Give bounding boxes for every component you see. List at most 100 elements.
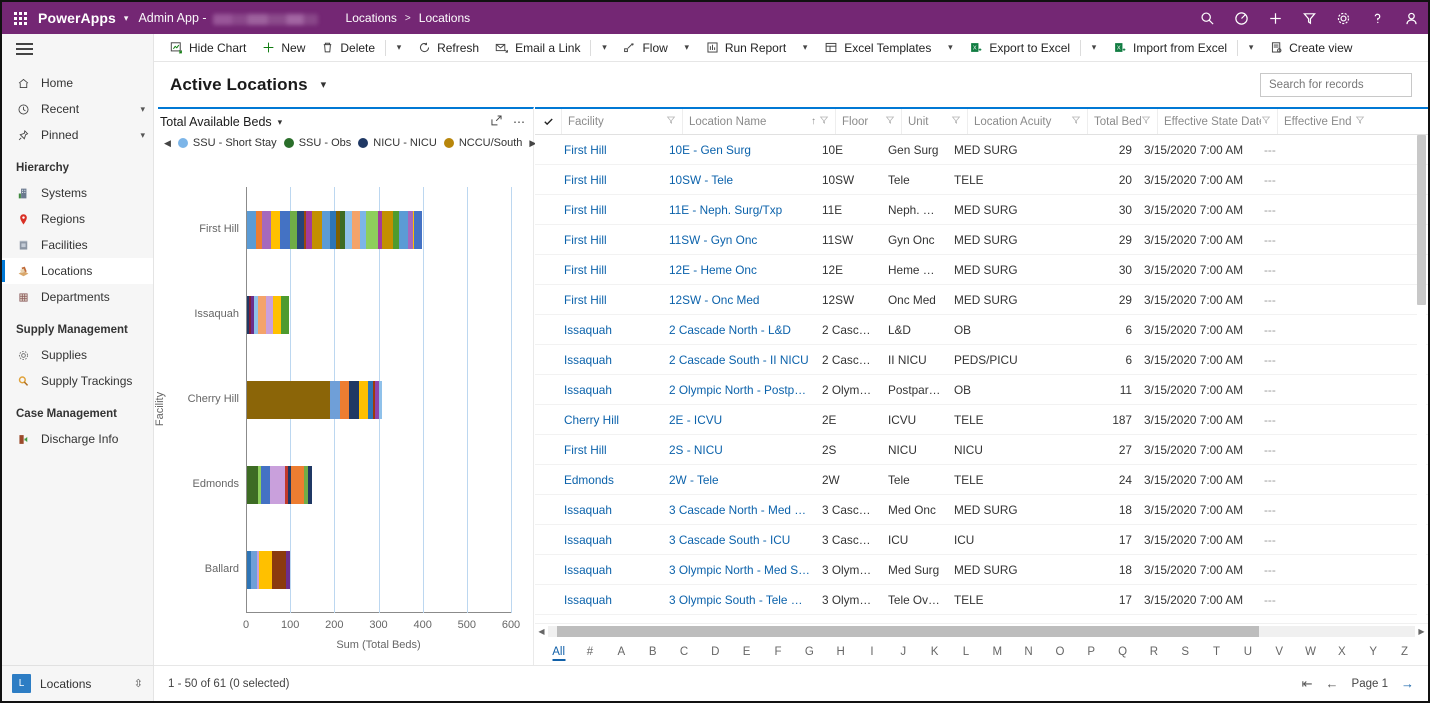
cell-facility[interactable]: Issaquah (535, 503, 663, 517)
chart-selector-chevron-down-icon[interactable]: ▾ (278, 117, 283, 128)
quick-find-search[interactable] (1260, 72, 1425, 97)
cell-facility[interactable]: Cherry Hill (535, 413, 663, 427)
up-down-chevron-icon[interactable]: ⇳ (134, 677, 143, 690)
chart-bar[interactable]: Edmonds (193, 466, 312, 505)
grid-horizontal-scrollbar[interactable]: ◀ ▶ (535, 623, 1428, 639)
legend-entry[interactable]: NCCU/South (443, 137, 522, 149)
chart-bar-segment[interactable] (344, 210, 353, 249)
cell-facility[interactable]: First Hill (535, 263, 663, 277)
import-from-excel-button[interactable]: X Import from Excel (1105, 34, 1235, 62)
cell-location_name[interactable]: 2 Cascade North - L&D (663, 323, 816, 337)
table-row[interactable]: First Hill 10SW - Tele 10SW Tele TELE 20 3/15/… (535, 165, 1428, 195)
column-filter-icon[interactable] (1141, 115, 1151, 128)
column-filter-icon[interactable] (666, 115, 676, 128)
alphabet-filter-x[interactable]: X (1326, 646, 1357, 658)
run-report-chevron-down-icon[interactable]: ▾ (794, 34, 816, 62)
chart-bar-segment[interactable] (382, 210, 394, 249)
column-filter-icon[interactable] (1355, 115, 1365, 128)
alphabet-filter-n[interactable]: N (1013, 646, 1044, 658)
chart-bar-segment[interactable] (285, 551, 290, 590)
chart-bar-segment[interactable] (311, 210, 322, 249)
chart-bar-segment[interactable] (247, 381, 330, 419)
sidebar-item-recent[interactable]: Recent ▾ (2, 96, 153, 122)
plot-area[interactable]: First Hill Issaquah Cherry Hill Edmonds Ball… (188, 187, 512, 613)
export-overflow-chevron-down-icon[interactable]: ▾ (1083, 34, 1105, 62)
sidebar-item-regions[interactable]: Regions (2, 206, 153, 232)
cell-location_name[interactable]: 2E - ICVU (663, 413, 816, 427)
column-header-floor[interactable]: Floor (835, 109, 901, 134)
chart-bar-segment[interactable] (247, 210, 257, 249)
chart-bar[interactable]: Ballard (205, 551, 290, 590)
alphabet-filter-l[interactable]: L (950, 646, 981, 658)
sort-ascending-icon[interactable]: ↑ (808, 116, 819, 127)
filter-button[interactable] (1292, 2, 1326, 34)
chart-bar-segment[interactable] (271, 210, 281, 249)
table-row[interactable]: Issaquah3 Cascade South - ICU 3 Cascade .… (535, 525, 1428, 555)
cell-location_name[interactable]: 2 Cascade South - II NICU (663, 353, 816, 367)
cell-facility[interactable]: First Hill (535, 443, 663, 457)
alphabet-filter-j[interactable]: J (888, 646, 919, 658)
chart-bar-segment[interactable] (259, 551, 272, 590)
email-a-link-button[interactable]: Email a Link (487, 34, 588, 62)
new-button[interactable]: New (254, 34, 313, 62)
alphabet-filter-m[interactable]: M (982, 646, 1013, 658)
sidebar-item-pinned[interactable]: Pinned ▾ (2, 122, 153, 148)
chart-bar-segment[interactable] (340, 381, 350, 419)
chart-bar-segment[interactable] (398, 210, 409, 249)
legend-entry[interactable]: SSU - Short Stay (177, 137, 277, 149)
email-overflow-chevron-down-icon[interactable]: ▾ (593, 34, 615, 62)
alphabet-filter-a[interactable]: A (606, 646, 637, 658)
table-row[interactable]: First Hill 11SW - Gyn Onc 11SW Gyn Onc MED S… (535, 225, 1428, 255)
column-header-location_name[interactable]: Location Name ↑ (682, 109, 835, 134)
alphabet-filter-b[interactable]: B (637, 646, 668, 658)
table-row[interactable]: First Hill 12SW - Onc Med 12SW Onc Med MED S… (535, 285, 1428, 315)
hscroll-left-button[interactable]: ◀ (535, 627, 548, 636)
table-row[interactable]: Issaquah 2 Olympic North - Postpartum 2 Ol… (535, 375, 1428, 405)
run-report-button[interactable]: Run Report (698, 34, 794, 62)
chart-bar-segment[interactable] (262, 210, 272, 249)
table-row[interactable]: First Hill 2S - NICU 2S NICU NICU 27 3/15/2020… (535, 435, 1428, 465)
alphabet-filter-i[interactable]: I (856, 646, 887, 658)
sidebar-item-locations[interactable]: Locations (2, 258, 153, 284)
column-header-effective_state_date[interactable]: Effective State Date (1157, 109, 1277, 134)
grid-vertical-scrollbar[interactable] (1417, 135, 1426, 623)
chart-bar-segment[interactable] (271, 551, 286, 590)
chart-bar-segment[interactable] (349, 381, 359, 419)
cell-location_name[interactable]: 2W - Tele (663, 473, 816, 487)
chart-bar-segment[interactable] (265, 295, 274, 334)
sidebar-collapse-button[interactable] (2, 34, 153, 64)
alphabet-filter-o[interactable]: O (1044, 646, 1075, 658)
sidebar-item-supplies[interactable]: Supplies (2, 342, 153, 368)
cell-facility[interactable]: Issaquah (535, 593, 663, 607)
cell-facility[interactable]: First Hill (535, 293, 663, 307)
table-row[interactable]: First Hill 11E - Neph. Surg/Txp 11E Neph. S… (535, 195, 1428, 225)
app-launcher-button[interactable] (2, 11, 38, 25)
chart-bar-segment[interactable] (321, 210, 330, 249)
cell-facility[interactable]: First Hill (535, 233, 663, 247)
cell-location_name[interactable]: 10SW - Tele (663, 173, 816, 187)
column-filter-icon[interactable] (951, 115, 961, 128)
delete-overflow-chevron-down-icon[interactable]: ▾ (388, 34, 410, 62)
settings-button[interactable] (1326, 2, 1360, 34)
alphabet-filter-k[interactable]: K (919, 646, 950, 658)
alphabet-filter-r[interactable]: R (1138, 646, 1169, 658)
breadcrumb-item-1[interactable]: Locations (419, 11, 470, 25)
next-page-button[interactable]: → (1401, 676, 1414, 691)
table-row[interactable]: First Hill 10E - Gen Surg 10E Gen Surg MED S… (535, 135, 1428, 165)
column-header-unit[interactable]: Unit (901, 109, 967, 134)
column-filter-icon[interactable] (885, 115, 895, 128)
chart-bar-segment[interactable] (365, 210, 379, 249)
chart-bar-segment[interactable] (280, 210, 290, 249)
table-row[interactable]: Cherry Hill 2E - ICVU 2E ICVU TELE 187 3/15/20… (535, 405, 1428, 435)
global-search-button[interactable] (1190, 2, 1224, 34)
cell-facility[interactable]: Issaquah (535, 383, 663, 397)
chart-bar-segment[interactable] (378, 381, 382, 419)
alphabet-filter-g[interactable]: G (794, 646, 825, 658)
column-header-location_acuity[interactable]: Location Acuity (967, 109, 1087, 134)
sidebar-item-supply-trackings[interactable]: Supply Trackings (2, 368, 153, 394)
alphabet-filter-t[interactable]: T (1201, 646, 1232, 658)
column-header-facility[interactable]: Facility (561, 109, 682, 134)
sidebar-item-systems[interactable]: Systems (2, 180, 153, 206)
diagnostics-button[interactable] (1224, 2, 1258, 34)
legend-entry[interactable]: SSU - Obs (283, 137, 351, 149)
